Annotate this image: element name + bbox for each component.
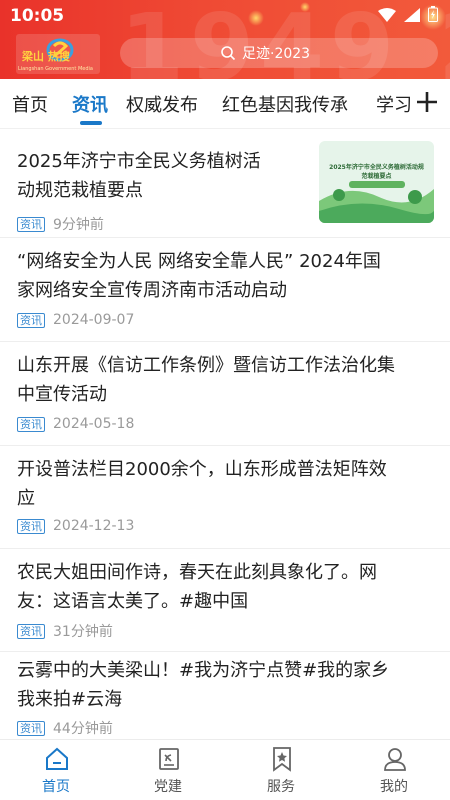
- news-meta: 资讯 31分钟前: [17, 621, 113, 641]
- search-placeholder: 足迹·2023: [242, 46, 311, 62]
- news-title-line: 动规范栽植要点: [17, 180, 143, 201]
- tab-official-release[interactable]: 权威发布: [126, 91, 198, 117]
- nav-label: 我的: [380, 779, 408, 795]
- user-icon: [384, 748, 406, 771]
- home-icon: [46, 747, 68, 770]
- news-item[interactable]: 农民大姐田间作诗，春天在此刻具象化了。网 友：这语言太美了。#趣中国 资讯 31…: [0, 549, 450, 652]
- category-tag: 资讯: [17, 518, 45, 534]
- news-thumbnail[interactable]: 2025年济宁市全民义务植树活动规范栽植要点: [319, 141, 434, 223]
- news-title: 开设普法栏目2000余个，山东形成普法矩阵效 应: [17, 455, 387, 513]
- news-time: 9分钟前: [53, 217, 104, 233]
- news-meta: 资讯 9分钟前: [17, 214, 104, 234]
- thumbnail-caption: 2025年济宁市全民义务植树活动规范栽植要点: [329, 164, 424, 180]
- logo-title: 梁山 热搜: [22, 50, 70, 63]
- news-meta: 资讯 2024-05-18: [17, 416, 134, 432]
- app-header: 1949 2024 10:05 梁山 热搜 Liangshan Governme…: [0, 0, 450, 79]
- news-title-line: 开设普法栏目2000余个，山东形成普法矩阵效: [17, 459, 387, 480]
- news-title-line: 友：这语言太美了。#趣中国: [17, 591, 249, 612]
- news-meta: 资讯 2024-09-07: [17, 312, 134, 328]
- news-time: 2024-12-13: [53, 518, 135, 534]
- news-time: 31分钟前: [53, 624, 113, 640]
- logo-subtitle: Liangshan Government Media: [18, 66, 93, 72]
- search-bar[interactable]: 足迹·2023: [120, 38, 438, 68]
- nav-profile[interactable]: 我的: [338, 740, 450, 800]
- wifi-icon: [378, 7, 396, 26]
- news-item[interactable]: “网络安全为人民 网络安全靠人民” 2024年国 家网络安全宣传周济南市活动启动…: [0, 238, 450, 342]
- news-title-line: 应: [17, 488, 35, 509]
- nav-label: 首页: [42, 779, 70, 795]
- bookmark-star-icon: [273, 747, 291, 772]
- active-tab-indicator: [80, 121, 102, 125]
- news-item[interactable]: 开设普法栏目2000余个，山东形成普法矩阵效 应 资讯 2024-12-13: [0, 446, 450, 549]
- tab-scroll-area[interactable]: 首页 资讯 权威发布 红色基因我传承 学习: [0, 79, 410, 129]
- news-item[interactable]: 山东开展《信访工作条例》暨信访工作法治化集 中宣传活动 资讯 2024-05-1…: [0, 342, 450, 446]
- category-tag: 资讯: [17, 416, 45, 432]
- news-meta: 资讯 2024-12-13: [17, 518, 134, 534]
- news-title: 2025年济宁市全民义务植树活 动规范栽植要点: [17, 147, 261, 205]
- firework-decoration: [248, 10, 264, 26]
- news-title: 云雾中的大美梁山！#我为济宁点赞#我的家乡 我来拍#云海: [17, 656, 389, 714]
- news-title-line: 云雾中的大美梁山！#我为济宁点赞#我的家乡: [17, 660, 390, 681]
- news-time: 2024-09-07: [53, 312, 135, 328]
- nav-label: 党建: [154, 779, 182, 795]
- news-title-line: 农民大姐田间作诗，春天在此刻具象化了。网: [17, 562, 377, 583]
- plus-icon[interactable]: [414, 89, 440, 115]
- category-tag: 资讯: [17, 216, 45, 232]
- tab-study[interactable]: 学习: [376, 91, 410, 117]
- bottom-navigation: 首页 党建 服务 我的: [0, 739, 450, 800]
- news-time: 2024-05-18: [53, 416, 135, 432]
- category-tabs: 首页 资讯 权威发布 红色基因我传承 学习: [0, 79, 450, 129]
- category-tag: 资讯: [17, 623, 45, 639]
- news-title-line: 家网络安全宣传周济南市活动启动: [17, 280, 287, 301]
- signal-icon: [404, 7, 420, 26]
- nav-home[interactable]: 首页: [0, 740, 112, 800]
- news-title-line: 我来拍#云海: [17, 689, 123, 710]
- news-title-line: “网络安全为人民 网络安全靠人民” 2024年国: [17, 251, 381, 272]
- news-title: “网络安全为人民 网络安全靠人民” 2024年国 家网络安全宣传周济南市活动启动: [17, 247, 381, 305]
- news-time: 44分钟前: [53, 721, 113, 737]
- tab-news[interactable]: 资讯: [72, 91, 108, 117]
- nav-label: 服务: [267, 779, 295, 795]
- news-title: 农民大姐田间作诗，春天在此刻具象化了。网 友：这语言太美了。#趣中国: [17, 558, 377, 616]
- party-icon: [159, 748, 179, 770]
- app-logo: 梁山 热搜 Liangshan Government Media: [16, 34, 100, 74]
- search-icon: [221, 46, 236, 61]
- news-title-line: 中宣传活动: [17, 384, 107, 405]
- category-tag: 资讯: [17, 312, 45, 328]
- battery-icon: [428, 6, 438, 26]
- nav-party[interactable]: 党建: [112, 740, 224, 800]
- news-title: 山东开展《信访工作条例》暨信访工作法治化集 中宣传活动: [17, 351, 395, 409]
- tab-red-gene[interactable]: 红色基因我传承: [222, 91, 348, 117]
- status-icons: [378, 6, 438, 26]
- news-item[interactable]: 2025年济宁市全民义务植树活 动规范栽植要点 资讯 9分钟前 2025年济宁市…: [0, 130, 450, 238]
- news-title-line: 2025年济宁市全民义务植树活: [17, 151, 261, 172]
- category-tag: 资讯: [17, 720, 45, 736]
- news-item[interactable]: 云雾中的大美梁山！#我为济宁点赞#我的家乡 我来拍#云海 资讯 44分钟前: [0, 652, 450, 739]
- nav-service[interactable]: 服务: [225, 740, 337, 800]
- news-meta: 资讯 44分钟前: [17, 718, 113, 738]
- tab-home[interactable]: 首页: [12, 91, 48, 117]
- status-time: 10:05: [10, 6, 65, 26]
- news-title-line: 山东开展《信访工作条例》暨信访工作法治化集: [17, 355, 395, 376]
- firework-decoration: [300, 2, 310, 12]
